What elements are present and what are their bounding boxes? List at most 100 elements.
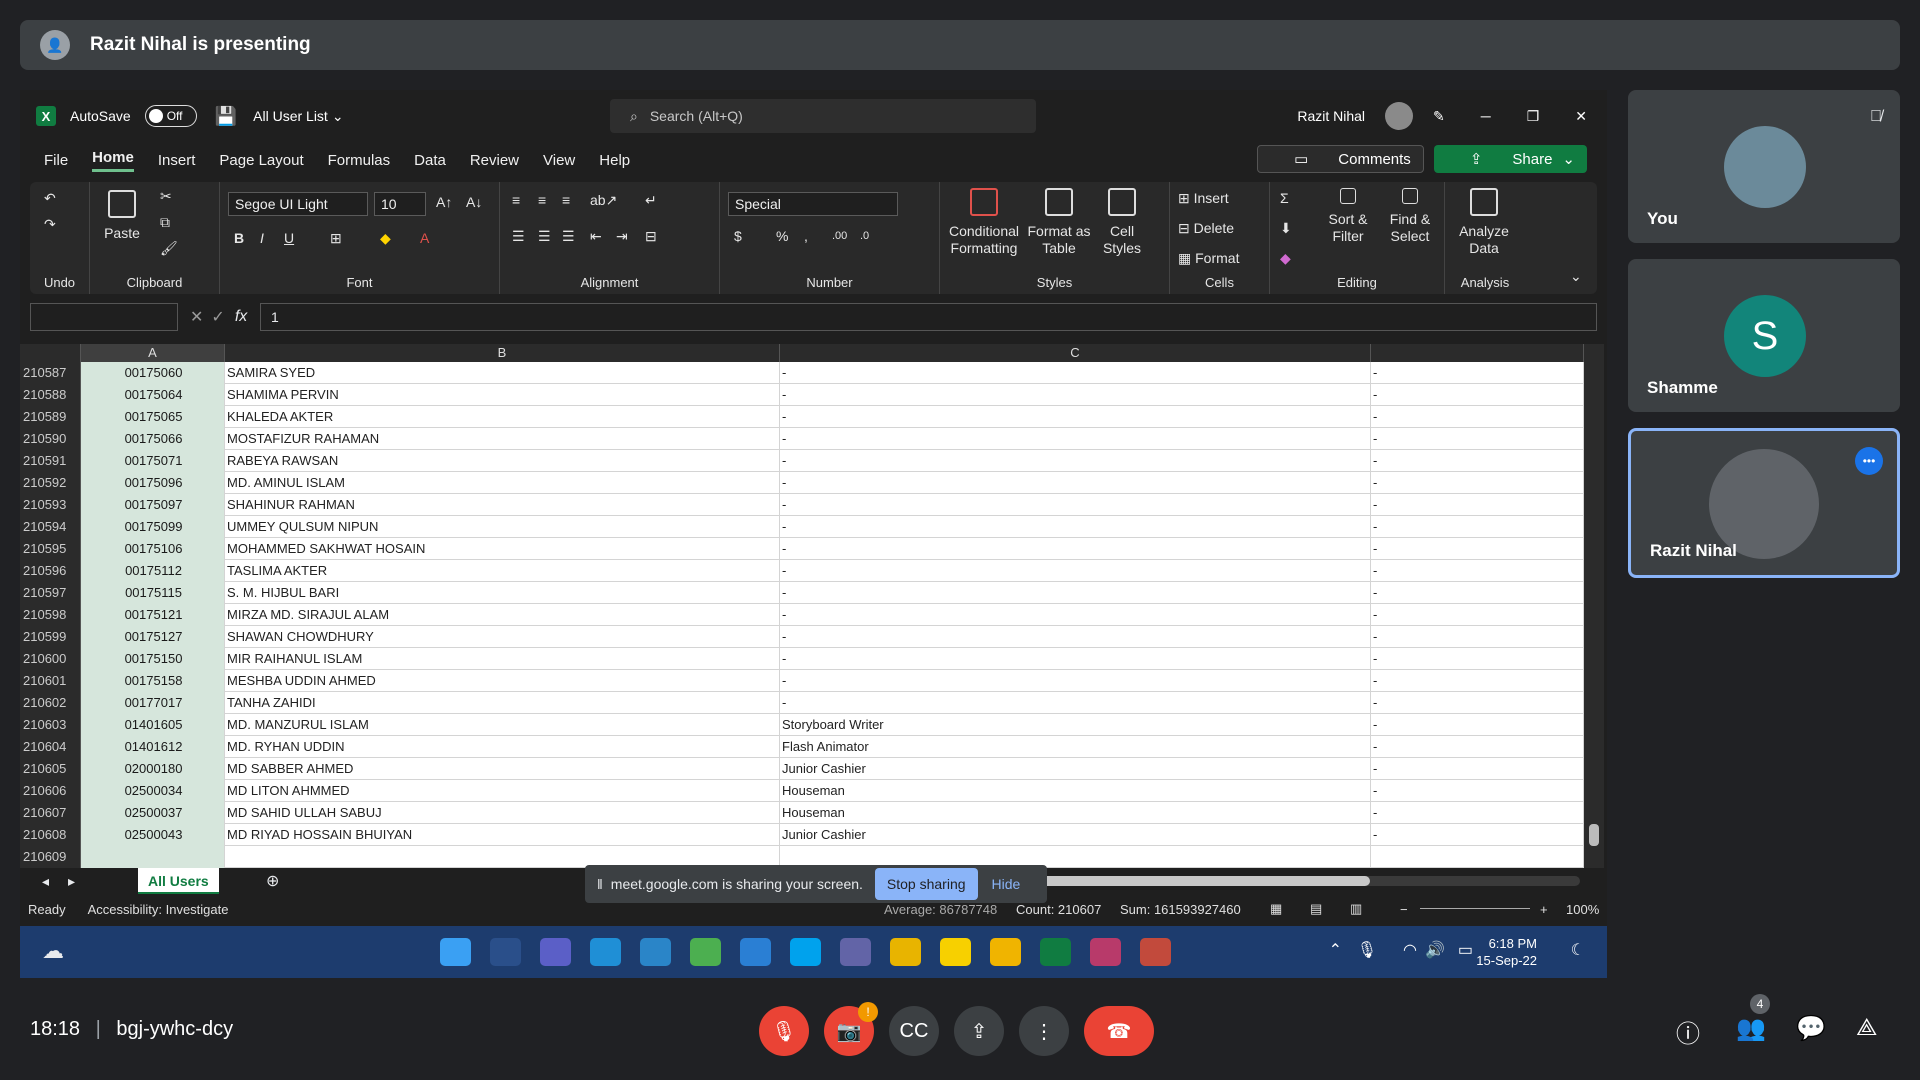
search-box[interactable]: ⌕ Search (Alt+Q): [610, 99, 1036, 133]
menu-data[interactable]: Data: [414, 152, 446, 169]
cell-c[interactable]: Junior Cashier: [780, 824, 1371, 846]
row-number[interactable]: 210607: [20, 802, 81, 824]
captions-button[interactable]: CC: [889, 1006, 939, 1056]
add-sheet-icon[interactable]: ⊕: [266, 871, 279, 891]
cell-d[interactable]: -: [1371, 560, 1584, 582]
share-button[interactable]: ⇪ Share ⌄: [1433, 145, 1587, 173]
cell-c[interactable]: -: [780, 670, 1371, 692]
cell-c[interactable]: -: [780, 582, 1371, 604]
cell-a[interactable]: 02000180: [81, 758, 225, 780]
table-row[interactable]: 210605 02000180 MD SABBER AHMED Junior Cash…: [20, 758, 1584, 780]
edge-icon[interactable]: [590, 938, 621, 966]
file-name[interactable]: All User List: [253, 108, 328, 124]
cell-a[interactable]: 00175121: [81, 604, 225, 626]
cell-d[interactable]: [1371, 846, 1584, 868]
row-number[interactable]: 210594: [20, 516, 81, 538]
row-number[interactable]: 210598: [20, 604, 81, 626]
cell-d[interactable]: -: [1371, 516, 1584, 538]
mic-toggle-button[interactable]: 🎙: [759, 1006, 809, 1056]
align-center-icon[interactable]: ☰: [538, 228, 551, 245]
cell-b[interactable]: MIR RAIHANUL ISLAM: [225, 648, 780, 670]
menu-view[interactable]: View: [543, 152, 575, 169]
accessibility-status[interactable]: Accessibility: Investigate: [88, 902, 229, 917]
cell-a[interactable]: 02500034: [81, 780, 225, 802]
row-number[interactable]: 210601: [20, 670, 81, 692]
table-row[interactable]: 210589 00175065 KHALEDA AKTER - -: [20, 406, 1584, 428]
increase-decimal-icon[interactable]: .00: [832, 228, 847, 245]
app-icon[interactable]: [1140, 938, 1171, 966]
menu-insert[interactable]: Insert: [158, 152, 196, 169]
increase-indent-icon[interactable]: ⇥: [616, 228, 628, 245]
table-row[interactable]: 210592 00175096 MD. AMINUL ISLAM - -: [20, 472, 1584, 494]
row-number[interactable]: 210609: [20, 846, 81, 868]
cell-a[interactable]: 01401605: [81, 714, 225, 736]
taskbar-search-icon[interactable]: [490, 938, 521, 966]
cell-c[interactable]: -: [780, 538, 1371, 560]
autosum-icon[interactable]: Σ: [1280, 190, 1289, 207]
cell-d[interactable]: -: [1371, 736, 1584, 758]
meeting-details-icon[interactable]: ⓘ: [1676, 1014, 1700, 1049]
cell-b[interactable]: MOHAMMED SAKHWAT HOSAIN: [225, 538, 780, 560]
present-button[interactable]: ⇪: [954, 1006, 1004, 1056]
row-number[interactable]: 210602: [20, 692, 81, 714]
percent-icon[interactable]: %: [776, 228, 788, 245]
row-number[interactable]: 210605: [20, 758, 81, 780]
cancel-icon[interactable]: ✕: [190, 307, 203, 327]
cell-c[interactable]: -: [780, 384, 1371, 406]
normal-view-icon[interactable]: ▦: [1270, 901, 1282, 917]
row-number[interactable]: 210599: [20, 626, 81, 648]
cell-b[interactable]: MIRZA MD. SIRAJUL ALAM: [225, 604, 780, 626]
horizontal-scrollbar[interactable]: [1040, 876, 1580, 886]
cell-d[interactable]: -: [1371, 604, 1584, 626]
next-sheet-icon[interactable]: ▸: [68, 873, 75, 890]
cell-b[interactable]: TANHA ZAHIDI: [225, 692, 780, 714]
more-options-button[interactable]: ⋮: [1019, 1006, 1069, 1056]
font-name-select[interactable]: Segoe UI Light: [228, 192, 368, 216]
cell-b[interactable]: MD. RYHAN UDDIN: [225, 736, 780, 758]
cut-icon[interactable]: ✂: [160, 188, 172, 205]
table-row[interactable]: 210598 00175121 MIRZA MD. SIRAJUL ALAM - -: [20, 604, 1584, 626]
cell-d[interactable]: -: [1371, 824, 1584, 846]
format-painter-icon[interactable]: 🖌: [160, 240, 178, 257]
minimize-icon[interactable]: ─: [1481, 108, 1491, 124]
participant-tile-shamme[interactable]: S Shamme: [1628, 259, 1900, 412]
table-row[interactable]: 210608 02500043 MD RIYAD HOSSAIN BHUIYAN Ju…: [20, 824, 1584, 846]
collapse-ribbon-icon[interactable]: ⌄: [1570, 268, 1582, 285]
menu-help[interactable]: Help: [599, 152, 630, 169]
page-break-view-icon[interactable]: ▥: [1350, 901, 1362, 917]
camera-toggle-button[interactable]: 📷 !: [824, 1002, 878, 1056]
save-icon[interactable]: 💾: [215, 106, 237, 127]
cell-b[interactable]: MD. MANZURUL ISLAM: [225, 714, 780, 736]
format-cells-button[interactable]: ▦ Format: [1178, 250, 1239, 267]
table-row[interactable]: 210588 00175064 SHAMIMA PERVIN - -: [20, 384, 1584, 406]
row-number[interactable]: 210608: [20, 824, 81, 846]
chevron-down-icon[interactable]: ⌄: [332, 108, 344, 125]
undo-icon[interactable]: ↶: [44, 190, 56, 207]
cell-c[interactable]: -: [780, 362, 1371, 384]
teams-icon[interactable]: [840, 938, 871, 966]
formula-input[interactable]: 1: [260, 303, 1597, 331]
cell-a[interactable]: 00175150: [81, 648, 225, 670]
enter-icon[interactable]: ✓: [211, 307, 224, 327]
table-row[interactable]: 210600 00175150 MIR RAIHANUL ISLAM - -: [20, 648, 1584, 670]
battery-icon[interactable]: ▭: [1458, 940, 1473, 960]
chat-icon[interactable]: 💬: [1796, 1014, 1826, 1043]
redo-icon[interactable]: ↷: [44, 216, 56, 233]
row-number[interactable]: 210603: [20, 714, 81, 736]
cell-a[interactable]: 00175115: [81, 582, 225, 604]
zoom-level[interactable]: 100%: [1566, 902, 1599, 917]
cell-c[interactable]: -: [780, 692, 1371, 714]
row-number[interactable]: 210587: [20, 362, 81, 384]
row-number[interactable]: 210592: [20, 472, 81, 494]
cell-c[interactable]: -: [780, 472, 1371, 494]
column-header-d[interactable]: [1371, 344, 1584, 362]
cell-c[interactable]: -: [780, 648, 1371, 670]
cell-c[interactable]: -: [780, 428, 1371, 450]
cell-a[interactable]: [81, 846, 225, 868]
row-number[interactable]: 210590: [20, 428, 81, 450]
decrease-decimal-icon[interactable]: .0: [860, 228, 869, 245]
cell-c[interactable]: -: [780, 604, 1371, 626]
decrease-font-icon[interactable]: A↓: [466, 194, 482, 211]
page-layout-view-icon[interactable]: ▤: [1310, 901, 1322, 917]
cell-b[interactable]: MD SABBER AHMED: [225, 758, 780, 780]
